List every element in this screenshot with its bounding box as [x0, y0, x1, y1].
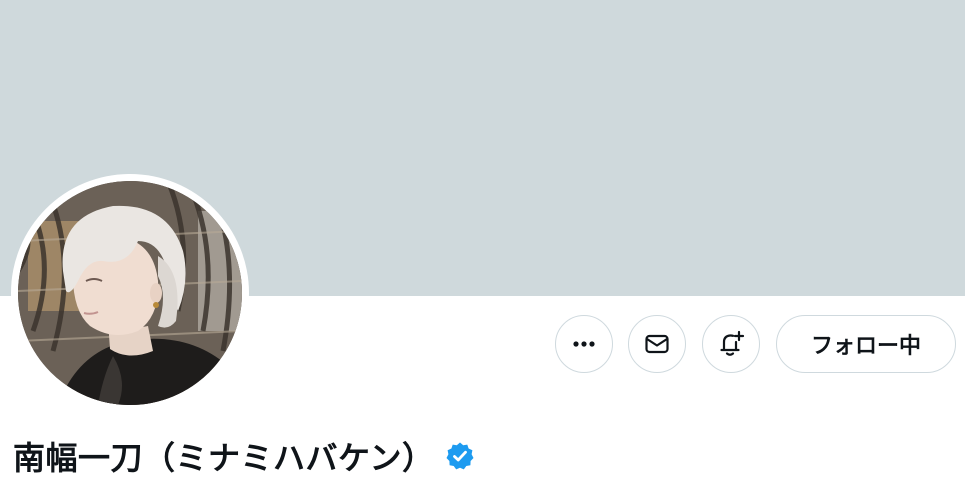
following-button[interactable]: フォロー中 — [776, 315, 956, 373]
display-name: 南幅一刀（ミナミハバケン） — [13, 439, 435, 477]
following-button-label: フォロー中 — [810, 334, 921, 359]
avatar-ring — [11, 174, 249, 412]
profile-header: フォロー中 南幅一刀（ミナミハバケン） — [0, 0, 965, 481]
verified-badge[interactable] — [445, 440, 477, 472]
avatar-photo-icon — [18, 181, 242, 405]
name-row: 南幅一刀（ミナミハバケン） — [13, 432, 477, 480]
mail-icon — [645, 334, 669, 354]
bell-plus-icon — [720, 330, 745, 356]
more-button[interactable] — [555, 315, 613, 373]
avatar[interactable] — [18, 181, 242, 405]
more-horizontal-icon — [573, 341, 595, 347]
message-button[interactable] — [628, 315, 686, 373]
notification-button[interactable] — [702, 315, 760, 373]
verified-check-icon — [446, 442, 474, 470]
